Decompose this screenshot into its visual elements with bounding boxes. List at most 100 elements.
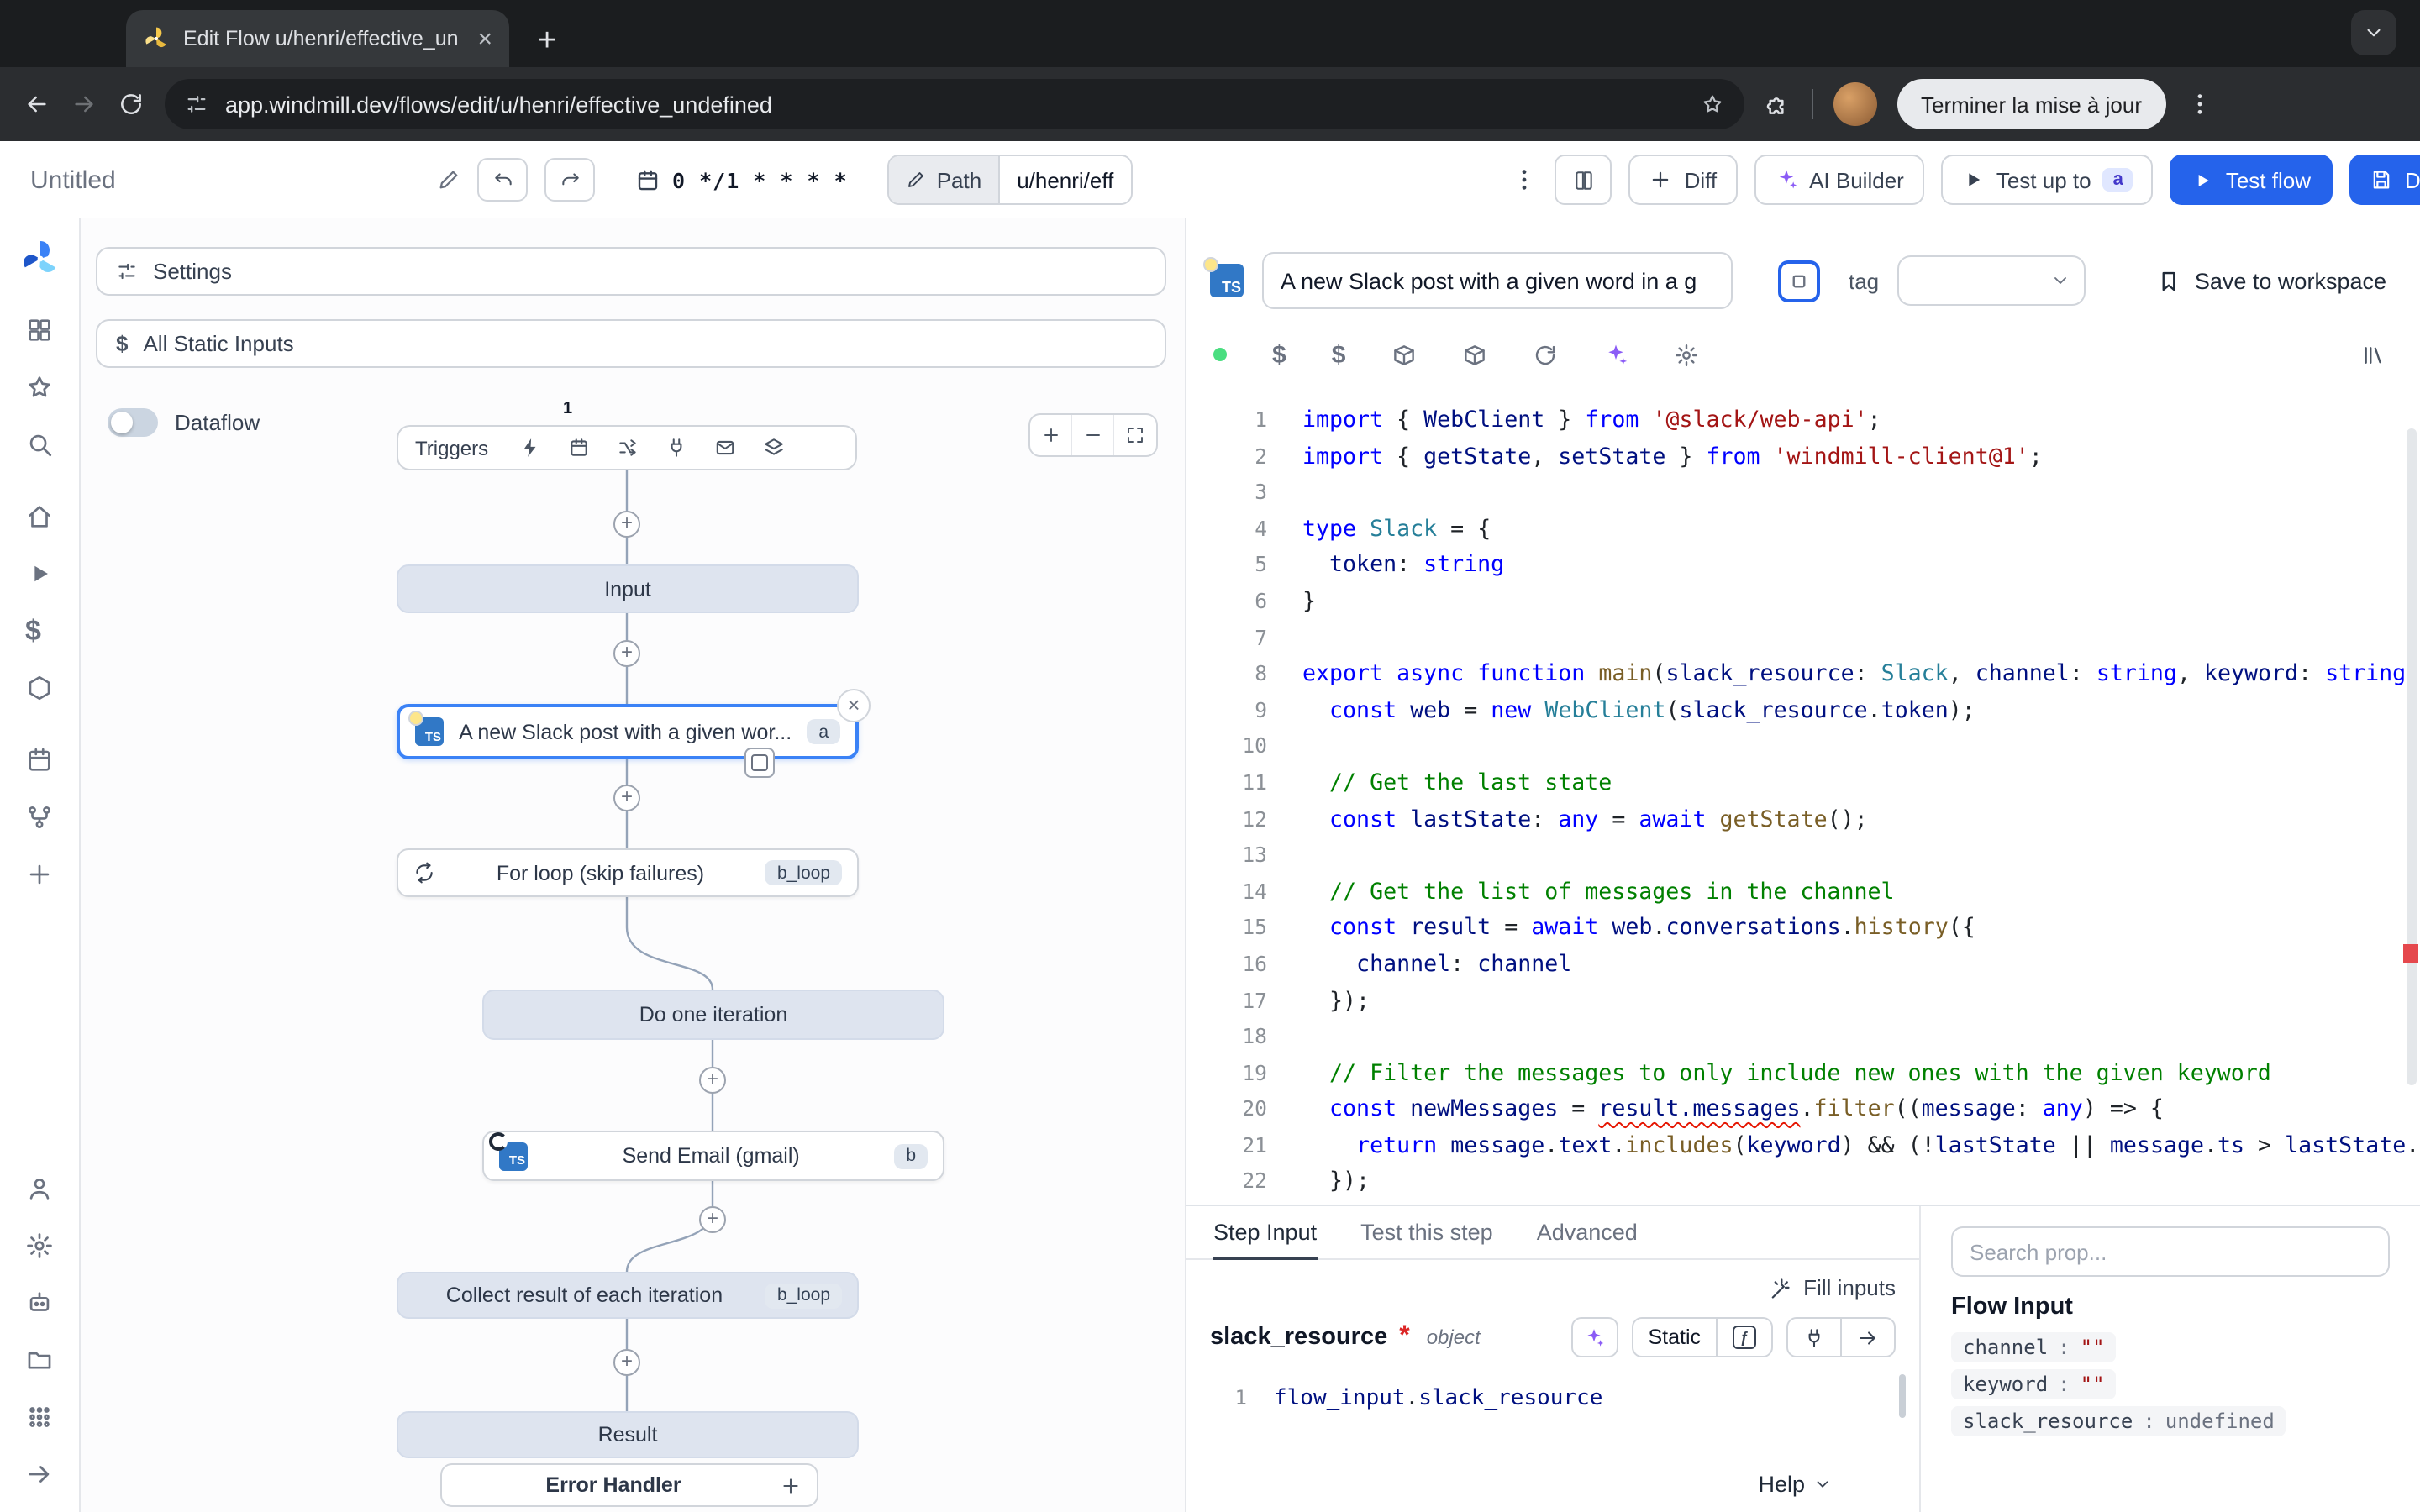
bolt-icon[interactable]: [518, 437, 540, 459]
add-step-button[interactable]: +: [699, 1067, 726, 1094]
address-bar[interactable]: app.windmill.dev/flows/edit/u/henri/effe…: [165, 79, 1744, 129]
flow-input-row[interactable]: keyword:"": [1951, 1369, 2117, 1399]
tag-select[interactable]: [1897, 255, 2086, 306]
search-prop-input[interactable]: [1951, 1226, 2390, 1277]
edit-name-icon[interactable]: [437, 168, 460, 192]
add-step-button[interactable]: +: [613, 511, 640, 538]
expression-editor[interactable]: 1 flow_input.slack_resource: [1186, 1374, 1919, 1421]
expand-editor-button[interactable]: [1778, 260, 1820, 302]
chrome-update-button[interactable]: Terminer la mise à jour: [1897, 79, 2165, 129]
calendar-icon[interactable]: [567, 437, 589, 459]
path-control[interactable]: Path u/henri/eff: [888, 155, 1133, 205]
tab-search-button[interactable]: [2351, 10, 2396, 55]
add-error-handler-icon[interactable]: [780, 1474, 802, 1496]
ai-builder-button[interactable]: AI Builder: [1754, 155, 1924, 205]
flow-node[interactable]: Result: [397, 1411, 859, 1458]
draft-button[interactable]: Draft: [2349, 155, 2420, 205]
sidebar-item-grid2[interactable]: [25, 1403, 54, 1431]
vertical-scrollbar[interactable]: [2402, 390, 2418, 1205]
sidebar-item-search[interactable]: [25, 430, 54, 459]
chrome-menu-icon[interactable]: [2186, 91, 2212, 118]
expr-scrollbar[interactable]: [1899, 1374, 1906, 1418]
flow-node[interactable]: TSA new Slack post with a given wor...a×: [397, 704, 859, 759]
editor-settings-button[interactable]: [1673, 342, 1698, 367]
windmill-logo-icon[interactable]: [19, 239, 60, 279]
mail-icon[interactable]: [713, 437, 735, 459]
test-up-to-button[interactable]: Test up to a: [1941, 155, 2154, 205]
reload-script-button[interactable]: [1532, 342, 1557, 367]
ai-fill-button[interactable]: [1570, 1317, 1618, 1357]
layers-icon[interactable]: [762, 437, 784, 459]
apply-button[interactable]: [1842, 1319, 1894, 1356]
sidebar-item-gear[interactable]: [25, 1231, 54, 1260]
tab-advanced[interactable]: Advanced: [1537, 1206, 1638, 1260]
tab-step-input[interactable]: Step Input: [1213, 1206, 1317, 1260]
tab-close-icon[interactable]: ×: [477, 26, 492, 51]
flow-node[interactable]: Error Handler: [440, 1463, 818, 1507]
new-tab-button[interactable]: +: [538, 25, 556, 57]
flow-node[interactable]: Do one iteration: [482, 990, 944, 1040]
add-step-button[interactable]: +: [613, 640, 640, 667]
javascript-mode-button[interactable]: ƒ: [1718, 1319, 1771, 1356]
add-step-button[interactable]: +: [699, 1206, 726, 1233]
code-editor[interactable]: 1import { WebClient } from '@slack/web-a…: [1186, 390, 2420, 1205]
fill-inputs-button[interactable]: Fill inputs: [1768, 1275, 1896, 1300]
sidebar-item-dollar[interactable]: $: [25, 617, 54, 645]
flow-node[interactable]: TSSend Email (gmail)b: [482, 1131, 944, 1181]
assets-button[interactable]: $: [1272, 342, 1286, 367]
sidebar-item-bot[interactable]: [25, 1289, 54, 1317]
add-step-button[interactable]: +: [613, 785, 640, 811]
path-edit-segment[interactable]: Path: [890, 156, 999, 203]
flow-node[interactable]: Input: [397, 564, 859, 613]
dependencies-button[interactable]: [1391, 342, 1416, 367]
profile-avatar[interactable]: [1833, 82, 1877, 126]
site-info-icon[interactable]: [185, 92, 208, 116]
flow-canvas[interactable]: Input TSA new Slack post with a given wor…: [81, 218, 1185, 1512]
tab-test-this-step[interactable]: Test this step: [1360, 1206, 1493, 1260]
triggers-bar[interactable]: Triggers 1: [397, 425, 857, 470]
test-flow-button[interactable]: Test flow: [2170, 155, 2333, 205]
sidebar-item-user[interactable]: [25, 1174, 54, 1203]
reload-button[interactable]: [118, 91, 145, 118]
sidebar-item-folder[interactable]: [25, 1346, 54, 1374]
sidebar-item-flow[interactable]: [25, 803, 54, 832]
redo-button[interactable]: [544, 158, 595, 202]
docs-button[interactable]: [1555, 155, 1612, 205]
flow-node[interactable]: For loop (skip failures)b_loop: [397, 848, 859, 897]
preview-toggle-button[interactable]: [744, 748, 775, 778]
sidebar-item-calendar[interactable]: [25, 746, 54, 774]
sidebar-item-grid[interactable]: [25, 316, 54, 344]
browser-tab[interactable]: Edit Flow u/henri/effective_un ×: [126, 10, 509, 67]
sidebar-item-play[interactable]: [25, 559, 54, 588]
undo-button[interactable]: [477, 158, 528, 202]
forward-button[interactable]: [71, 91, 97, 118]
split-icon[interactable]: [616, 437, 638, 459]
bookmark-star-icon[interactable]: [1701, 92, 1724, 116]
package-button[interactable]: [1461, 342, 1486, 367]
add-step-button[interactable]: +: [613, 1349, 640, 1376]
flow-input-row[interactable]: slack_resource:undefined: [1951, 1406, 2286, 1436]
sidebar-item-arrow-right[interactable]: [25, 1460, 54, 1488]
step-name-input[interactable]: [1262, 252, 1733, 309]
plug-icon[interactable]: [665, 437, 687, 459]
save-to-workspace-button[interactable]: Save to workspace: [2156, 268, 2386, 293]
schedule-button[interactable]: 0 */1 * * * *: [635, 167, 848, 192]
flow-input-row[interactable]: channel:"": [1951, 1332, 2117, 1362]
sidebar-item-home[interactable]: [25, 502, 54, 531]
more-options-button[interactable]: [1512, 166, 1539, 193]
sidebar-item-hex[interactable]: [25, 674, 54, 702]
flow-node[interactable]: Collect result of each iterationb_loop: [397, 1272, 859, 1319]
plug-button[interactable]: [1788, 1319, 1842, 1356]
scrollbar-thumb[interactable]: [2407, 428, 2417, 1085]
library-button[interactable]: [2361, 342, 2386, 367]
back-button[interactable]: [24, 91, 50, 118]
diff-button[interactable]: Diff: [1629, 155, 1738, 205]
sidebar-item-plus[interactable]: [25, 860, 54, 889]
extensions-icon[interactable]: [1765, 91, 1791, 118]
static-mode-button[interactable]: Static: [1633, 1319, 1718, 1356]
sidebar-item-star[interactable]: [25, 373, 54, 402]
flow-name-field[interactable]: Untitled: [30, 165, 460, 194]
remove-step-button[interactable]: ×: [837, 689, 871, 722]
ai-assistant-button[interactable]: [1602, 342, 1628, 367]
variables-button[interactable]: $: [1332, 342, 1346, 367]
